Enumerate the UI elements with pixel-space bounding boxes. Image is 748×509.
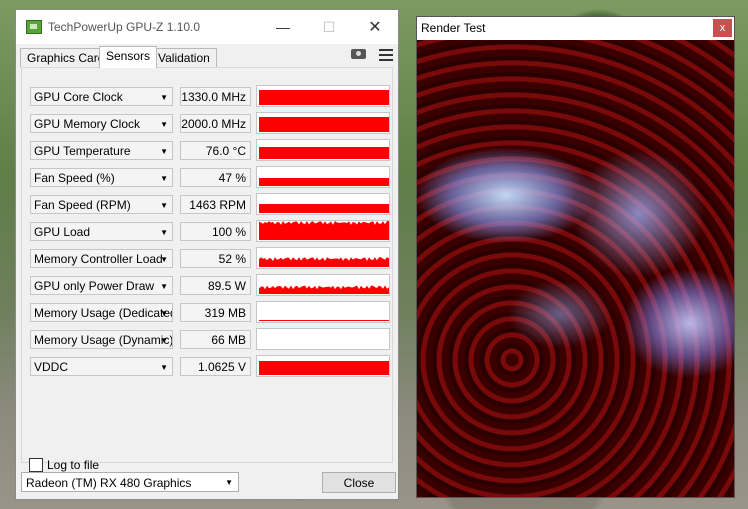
sensor-graph-bar — [259, 320, 389, 321]
chevron-down-icon: ▼ — [160, 120, 168, 129]
close-window-button[interactable]: ✕ — [352, 10, 398, 44]
gpuz-app-icon — [26, 20, 42, 34]
sensor-graph-bar — [259, 204, 389, 213]
sensor-graph-bar — [259, 117, 389, 132]
sensor-graph — [256, 85, 390, 107]
sensor-graph-bar — [259, 361, 389, 375]
sensor-value: 76.0 °C — [180, 141, 251, 160]
sensor-name: Fan Speed (RPM) — [34, 198, 131, 212]
sensor-graph — [256, 112, 390, 134]
minimize-button[interactable]: — — [260, 10, 306, 44]
sensor-value: 52 % — [180, 249, 251, 268]
sensor-name: Fan Speed (%) — [34, 171, 115, 185]
sensor-select[interactable]: GPU Memory Clock ▼ — [30, 114, 173, 133]
chevron-down-icon: ▼ — [160, 255, 168, 264]
sensor-value: 1.0625 V — [180, 357, 251, 376]
sensor-graph — [256, 301, 390, 323]
chevron-down-icon: ▼ — [160, 282, 168, 291]
sensor-name: GPU Temperature — [34, 144, 131, 158]
chevron-down-icon: ▼ — [160, 363, 168, 372]
sensor-name: GPU Memory Clock — [34, 117, 141, 131]
sensor-graph — [256, 274, 390, 296]
tab-validation[interactable]: Validation — [151, 48, 217, 67]
sensor-graph-trace — [259, 221, 389, 240]
sensor-select[interactable]: GPU Load ▼ — [30, 222, 173, 241]
gpu-select-value: Radeon (TM) RX 480 Graphics — [26, 476, 192, 490]
sensor-name: Memory Usage (Dedicated) — [34, 306, 173, 320]
sensor-graph-trace — [259, 257, 389, 267]
maximize-button[interactable]: ☐ — [306, 10, 352, 44]
chevron-down-icon: ▼ — [160, 228, 168, 237]
sensor-name: Memory Controller Load — [34, 252, 163, 266]
sensor-value: 2000.0 MHz — [180, 114, 251, 133]
render-title: Render Test — [421, 21, 486, 35]
sensor-name: GPU Core Clock — [34, 90, 123, 104]
tab-bar: Graphics Card Sensors Validation — [20, 46, 394, 68]
render-test-window: Render Test x — [416, 16, 735, 498]
log-to-file-checkbox[interactable]: Log to file — [29, 458, 99, 472]
log-to-file-label: Log to file — [47, 458, 100, 472]
sensor-value: 89.5 W — [180, 276, 251, 295]
sensor-name: GPU only Power Draw — [34, 279, 155, 293]
gpu-select[interactable]: Radeon (TM) RX 480 Graphics ▼ — [21, 472, 239, 492]
sensor-name: GPU Load — [34, 225, 91, 239]
sensor-graph — [256, 247, 390, 269]
sensor-graph — [256, 220, 390, 242]
chevron-down-icon: ▼ — [160, 93, 168, 102]
sensor-graph-area — [259, 221, 389, 240]
chevron-down-icon: ▼ — [160, 147, 168, 156]
sensor-name: Memory Usage (Dynamic) — [34, 333, 173, 347]
gpuz-title: TechPowerUp GPU-Z 1.10.0 — [48, 20, 201, 34]
sensor-select[interactable]: Memory Controller Load ▼ — [30, 249, 173, 268]
chevron-down-icon: ▼ — [160, 174, 168, 183]
sensor-select[interactable]: GPU only Power Draw ▼ — [30, 276, 173, 295]
checkbox-box[interactable] — [29, 458, 43, 472]
close-button[interactable]: Close — [322, 472, 396, 493]
sensor-graph-bar — [259, 178, 389, 186]
tab-sensors[interactable]: Sensors — [99, 46, 158, 68]
render-close-button[interactable]: x — [713, 19, 732, 37]
sensor-value: 100 % — [180, 222, 251, 241]
sensor-value: 1463 RPM — [180, 195, 251, 214]
sensor-name: VDDC — [34, 360, 69, 374]
sensor-select[interactable]: Memory Usage (Dynamic) ▼ — [30, 330, 173, 349]
sensor-graph — [256, 166, 390, 188]
sensor-select[interactable]: GPU Core Clock ▼ — [30, 87, 173, 106]
tab-graphics-card[interactable]: Graphics Card — [20, 48, 112, 67]
sensor-select[interactable]: GPU Temperature ▼ — [30, 141, 173, 160]
hamburger-menu-icon[interactable] — [379, 49, 393, 61]
sensor-select[interactable]: Fan Speed (%) ▼ — [30, 168, 173, 187]
sensors-panel: GPU Core Clock ▼ 1330.0 MHz GPU Memory Cloc… — [21, 67, 393, 463]
chevron-down-icon: ▼ — [160, 336, 168, 345]
sensor-graph — [256, 193, 390, 215]
sensor-graph-area — [259, 257, 389, 267]
chevron-down-icon: ▼ — [160, 201, 168, 210]
sensor-select[interactable]: VDDC ▼ — [30, 357, 173, 376]
sensor-select[interactable]: Fan Speed (RPM) ▼ — [30, 195, 173, 214]
sensor-graph — [256, 328, 390, 350]
sensor-graph-bar — [259, 147, 389, 159]
camera-icon[interactable] — [351, 49, 366, 59]
chevron-down-icon: ▼ — [160, 309, 168, 318]
render-canvas — [417, 40, 734, 497]
sensor-graph-area — [259, 285, 389, 294]
gpuz-window: TechPowerUp GPU-Z 1.10.0 — ☐ ✕ Graphics … — [15, 9, 399, 500]
sensor-graph-bar — [259, 90, 389, 105]
sensor-graph — [256, 355, 390, 377]
sensor-select[interactable]: Memory Usage (Dedicated) ▼ — [30, 303, 173, 322]
sensor-value: 319 MB — [180, 303, 251, 322]
sensor-value: 47 % — [180, 168, 251, 187]
render-titlebar[interactable]: Render Test x — [417, 17, 734, 40]
gpuz-titlebar[interactable]: TechPowerUp GPU-Z 1.10.0 — ☐ ✕ — [16, 10, 398, 44]
sensor-value: 66 MB — [180, 330, 251, 349]
chevron-down-icon: ▼ — [225, 478, 233, 487]
sensor-graph — [256, 139, 390, 161]
sensor-value: 1330.0 MHz — [180, 87, 251, 106]
sensor-graph-trace — [259, 285, 389, 294]
